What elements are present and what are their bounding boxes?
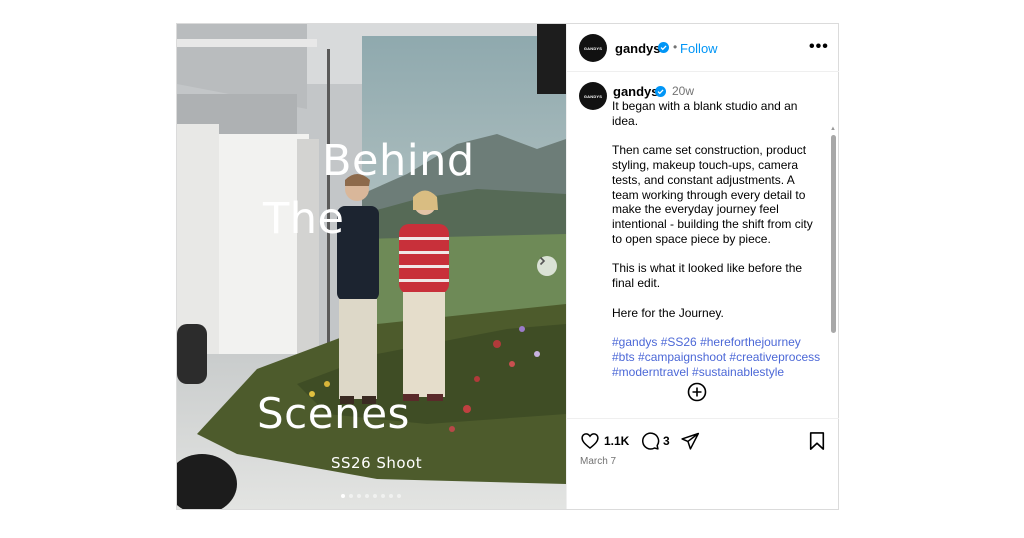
carousel-next-button[interactable] — [537, 256, 557, 276]
post-header: GANDYS gandys • Follow ••• — [567, 24, 839, 72]
header-separator: • — [673, 40, 678, 54]
carousel-dot — [397, 494, 401, 498]
like-count[interactable]: 1.1K — [604, 434, 629, 448]
carousel-dot — [341, 494, 345, 498]
post-time: 20w — [672, 84, 695, 98]
hashtag-links[interactable]: #gandys #SS26 #hereforthejourney #bts #c… — [612, 335, 822, 379]
caption-paragraph: Then came set construction, product styl… — [612, 143, 813, 246]
carousel-dot — [349, 494, 353, 498]
caption-text: It began with a blank studio and an idea… — [612, 99, 822, 394]
caption-username-link[interactable]: gandys — [613, 84, 659, 99]
verified-badge-icon — [655, 86, 666, 97]
more-icon[interactable]: ••• — [809, 38, 829, 56]
post-date: March 7 — [580, 456, 617, 467]
heart-icon[interactable] — [580, 431, 600, 451]
chevron-right-icon — [539, 256, 546, 266]
comment-count[interactable]: 3 — [663, 434, 670, 448]
overlay-title-line3: Scenes — [257, 389, 410, 438]
carousel-dot — [357, 494, 361, 498]
scroll-up-arrow[interactable]: ▲ — [830, 126, 836, 132]
verified-badge-icon — [658, 42, 669, 53]
carousel-dot — [365, 494, 369, 498]
overlay-subtitle: SS26 Shoot — [331, 454, 423, 472]
post-sidebar: GANDYS gandys • Follow ••• GANDYS gandys… — [566, 24, 839, 509]
add-comment-icon[interactable] — [687, 382, 707, 402]
caption-paragraph: Here for the Journey. — [612, 305, 724, 320]
overlay-title-line2: The — [263, 194, 345, 244]
carousel-dot — [381, 494, 385, 498]
carousel-dot — [389, 494, 393, 498]
carousel-dot — [373, 494, 377, 498]
caption-section: GANDYS gandys 20w It began with a blank … — [567, 73, 839, 418]
caption-paragraph: This is what it looked like before the f… — [612, 261, 803, 291]
caption-paragraph: It began with a blank studio and an idea… — [612, 99, 798, 128]
avatar[interactable]: GANDYS — [579, 82, 607, 110]
scrollbar-thumb[interactable] — [831, 135, 836, 333]
post-card: Behind The Scenes SS26 Shoot GANDYS gand… — [176, 23, 839, 510]
bookmark-icon[interactable] — [808, 431, 826, 451]
post-media[interactable]: Behind The Scenes SS26 Shoot — [177, 24, 566, 509]
avatar[interactable]: GANDYS — [579, 34, 607, 62]
overlay-title-line1: Behind — [322, 136, 475, 186]
carousel-indicator — [341, 494, 401, 498]
share-icon[interactable] — [680, 431, 700, 451]
comment-icon[interactable] — [640, 431, 660, 451]
username-link[interactable]: gandys — [615, 41, 661, 56]
follow-button[interactable]: Follow — [680, 41, 718, 56]
action-bar: 1.1K 3 March 7 — [567, 418, 839, 509]
